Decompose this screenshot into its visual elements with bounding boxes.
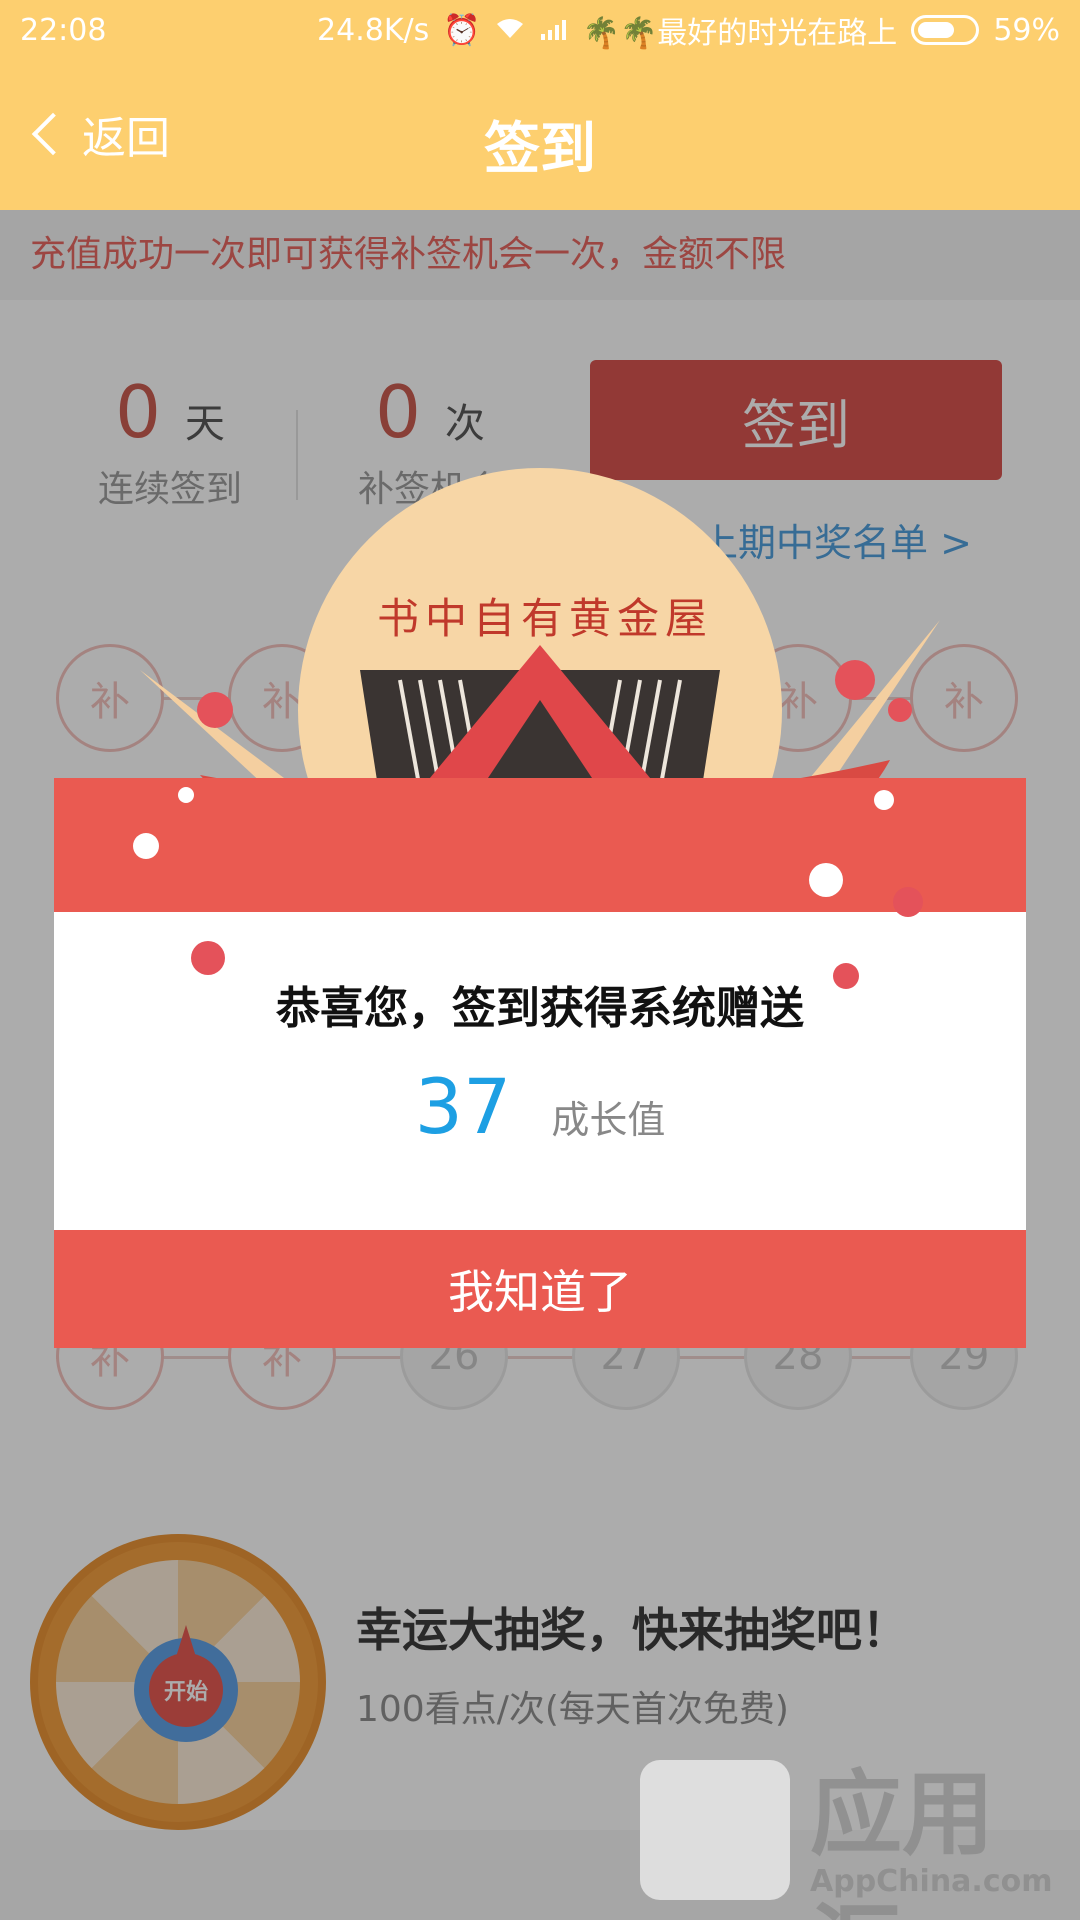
appchina-watermark: 应用汇 AppChina.com xyxy=(640,1740,1070,1920)
confetti-dots xyxy=(133,787,923,989)
confirm-button[interactable]: 我知道了 xyxy=(54,1230,1026,1348)
shopping-bag-icon xyxy=(640,1760,790,1900)
watermark-sub: AppChina.com xyxy=(810,1864,1053,1899)
